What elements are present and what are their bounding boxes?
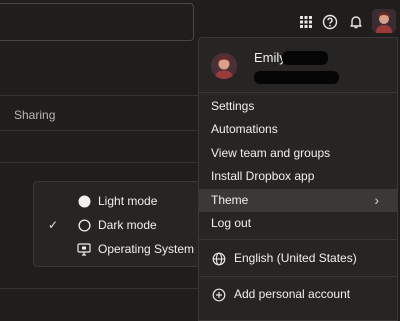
profile-name: Emily — [254, 50, 286, 65]
menu-item-label: Settings — [211, 99, 255, 113]
search-field[interactable] — [0, 3, 194, 41]
divider — [0, 130, 200, 131]
avatar[interactable] — [372, 9, 396, 33]
menu-divider — [199, 239, 397, 240]
sharing-column-header: Sharing — [14, 108, 56, 122]
menu-item-label: Automations — [211, 122, 278, 136]
menu-item-automations[interactable]: Automations — [199, 118, 397, 141]
menu-item-label: Install Dropbox app — [211, 169, 315, 183]
menu-item-label: Log out — [211, 216, 252, 230]
redacted-surname — [282, 51, 328, 65]
checkmark-icon: ✓ — [48, 218, 59, 232]
add-account-label: Add personal account — [234, 287, 351, 301]
apps-grid-icon[interactable] — [294, 10, 318, 34]
theme-option-light[interactable]: Light mode — [34, 189, 198, 213]
chevron-right-icon: › — [374, 192, 379, 208]
menu-item-theme[interactable]: Theme › — [199, 189, 397, 212]
menu-item-label: Theme — [211, 193, 249, 207]
menu-item-log-out[interactable]: Log out — [199, 212, 397, 235]
filled-circle-icon — [77, 194, 91, 208]
theme-option-label: Light mode — [98, 194, 158, 208]
monitor-icon — [77, 242, 91, 256]
menu-item-label: View team and groups — [211, 146, 331, 160]
theme-option-os[interactable]: Operating System — [34, 237, 198, 261]
menu-item-add-account[interactable]: Add personal account — [199, 283, 397, 306]
theme-option-dark[interactable]: ✓ Dark mode — [34, 213, 198, 237]
bell-icon[interactable] — [344, 10, 368, 34]
redacted-email — [254, 71, 339, 84]
plus-circle-icon — [211, 287, 227, 303]
menu-divider — [199, 92, 397, 93]
menu-item-view-team[interactable]: View team and groups — [199, 142, 397, 165]
profile-header: Emily — [211, 50, 391, 86]
theme-option-label: Dark mode — [98, 218, 157, 232]
menu-item-settings[interactable]: Settings — [199, 95, 397, 118]
globe-icon — [211, 251, 227, 267]
theme-option-label: Operating System — [98, 242, 195, 256]
menu-divider — [199, 276, 397, 277]
divider — [0, 288, 200, 289]
divider — [0, 162, 200, 163]
outline-circle-icon — [77, 218, 91, 232]
language-label: English (United States) — [234, 251, 357, 265]
menu-item-install-app[interactable]: Install Dropbox app — [199, 165, 397, 188]
account-menu: Emily Settings Automations View team and… — [198, 37, 398, 321]
divider — [0, 95, 200, 96]
help-icon[interactable] — [318, 10, 342, 34]
menu-item-language[interactable]: English (United States) — [199, 247, 397, 270]
theme-submenu: Light mode ✓ Dark mode Operating System — [33, 181, 198, 267]
profile-avatar — [211, 53, 237, 79]
